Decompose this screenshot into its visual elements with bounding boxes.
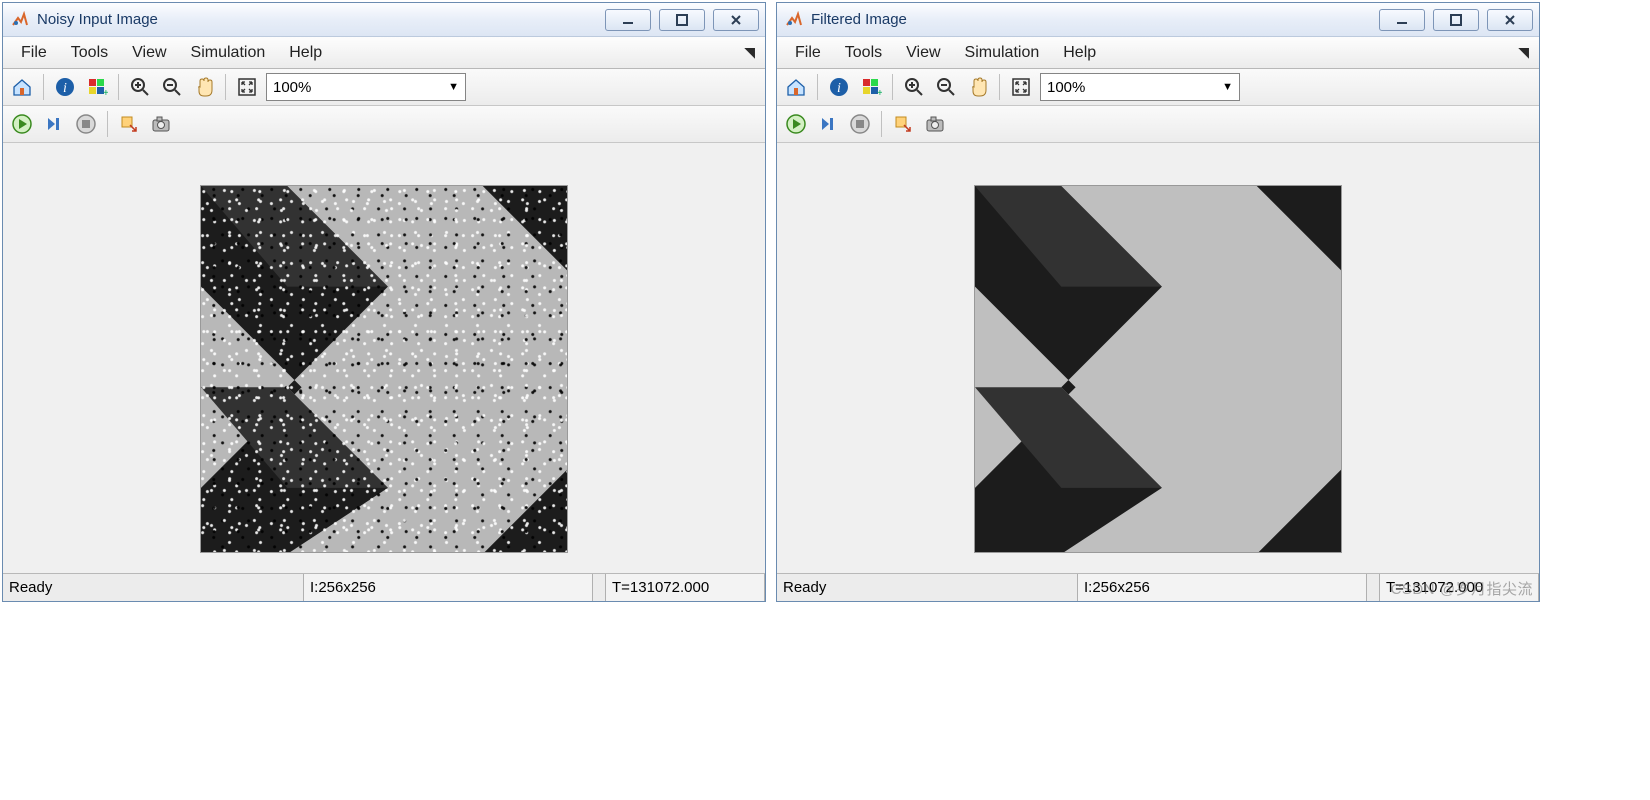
home-icon[interactable] (7, 72, 37, 102)
toolbar-separator (817, 74, 818, 100)
toolbar-separator (881, 111, 882, 137)
toolbar-separator (107, 111, 108, 137)
fit-to-window-icon[interactable] (232, 72, 262, 102)
toolbar-row-2 (3, 106, 765, 143)
highlight-block-icon[interactable] (888, 109, 918, 139)
matlab-app-icon (11, 11, 29, 29)
menu-help[interactable]: Help (1051, 40, 1108, 66)
svg-text:+: + (103, 88, 108, 98)
minimize-button[interactable] (605, 9, 651, 31)
menu-file[interactable]: File (783, 40, 833, 66)
dropdown-triangle-icon: ▼ (1222, 81, 1233, 93)
highlight-block-icon[interactable] (114, 109, 144, 139)
maximize-button[interactable] (659, 9, 705, 31)
pan-icon[interactable] (963, 72, 993, 102)
menu-file[interactable]: File (9, 40, 59, 66)
zoom-value: 100% (1047, 79, 1085, 96)
zoom-in-icon[interactable] (899, 72, 929, 102)
menu-view[interactable]: View (894, 40, 952, 66)
zoom-in-icon[interactable] (125, 72, 155, 102)
menu-overflow-icon[interactable]: ◥ (1518, 44, 1533, 61)
info-icon[interactable]: i (824, 72, 854, 102)
status-sim-time: T=131072.000 (1379, 574, 1539, 601)
stop-icon[interactable] (71, 109, 101, 139)
fit-to-window-icon[interactable] (1006, 72, 1036, 102)
menu-tools[interactable]: Tools (833, 40, 894, 66)
canvas-area[interactable] (777, 143, 1539, 573)
menubar: File Tools View Simulation Help ◥ (777, 37, 1539, 69)
menu-help[interactable]: Help (277, 40, 334, 66)
status-image-dimensions: I:256x256 (303, 574, 593, 601)
statusbar: Ready I:256x256 T=131072.000 (3, 573, 765, 601)
window-buttons (605, 9, 765, 31)
window-buttons (1379, 9, 1539, 31)
matlab-app-icon (785, 11, 803, 29)
window-noisy-input: Noisy Input Image File Tools View Simula… (2, 2, 766, 602)
menu-simulation[interactable]: Simulation (179, 40, 278, 66)
play-icon[interactable] (781, 109, 811, 139)
home-icon[interactable] (781, 72, 811, 102)
dropdown-triangle-icon: ▼ (448, 81, 459, 93)
colormap-icon[interactable]: + (856, 72, 886, 102)
zoom-out-icon[interactable] (931, 72, 961, 102)
menu-view[interactable]: View (120, 40, 178, 66)
toolbar-separator (999, 74, 1000, 100)
zoom-out-icon[interactable] (157, 72, 187, 102)
zoom-level-combobox[interactable]: 100% ▼ (266, 73, 466, 101)
step-forward-icon[interactable] (39, 109, 69, 139)
statusbar: Ready I:256x256 T=131072.000 (777, 573, 1539, 601)
colormap-icon[interactable]: + (82, 72, 112, 102)
toolbar-row-2 (777, 106, 1539, 143)
step-forward-icon[interactable] (813, 109, 843, 139)
menubar: File Tools View Simulation Help ◥ (3, 37, 765, 69)
minimize-button[interactable] (1379, 9, 1425, 31)
toolbar-row-1: i + 100% ▼ (777, 69, 1539, 106)
pan-icon[interactable] (189, 72, 219, 102)
displayed-image (974, 185, 1342, 553)
status-ready: Ready (777, 574, 1077, 601)
snapshot-camera-icon[interactable] (920, 109, 950, 139)
zoom-level-combobox[interactable]: 100% ▼ (1040, 73, 1240, 101)
svg-text:+: + (877, 88, 882, 98)
maximize-button[interactable] (1433, 9, 1479, 31)
toolbar-separator (118, 74, 119, 100)
close-button[interactable] (1487, 9, 1533, 31)
menu-overflow-icon[interactable]: ◥ (744, 44, 759, 61)
svg-text:i: i (837, 81, 841, 96)
play-icon[interactable] (7, 109, 37, 139)
titlebar[interactable]: Filtered Image (777, 3, 1539, 37)
stop-icon[interactable] (845, 109, 875, 139)
displayed-image (200, 185, 568, 553)
menu-simulation[interactable]: Simulation (953, 40, 1052, 66)
info-icon[interactable]: i (50, 72, 80, 102)
toolbar-row-1: i + 100% ▼ (3, 69, 765, 106)
canvas-area[interactable] (3, 143, 765, 573)
zoom-value: 100% (273, 79, 311, 96)
menu-tools[interactable]: Tools (59, 40, 120, 66)
status-ready: Ready (3, 574, 303, 601)
window-title: Filtered Image (811, 11, 1379, 28)
svg-text:i: i (63, 81, 67, 96)
toolbar-separator (892, 74, 893, 100)
status-sim-time: T=131072.000 (605, 574, 765, 601)
snapshot-camera-icon[interactable] (146, 109, 176, 139)
window-title: Noisy Input Image (37, 11, 605, 28)
toolbar-separator (225, 74, 226, 100)
toolbar-separator (43, 74, 44, 100)
status-image-dimensions: I:256x256 (1077, 574, 1367, 601)
window-filtered-image: Filtered Image File Tools View Simulatio… (776, 2, 1540, 602)
titlebar[interactable]: Noisy Input Image (3, 3, 765, 37)
close-button[interactable] (713, 9, 759, 31)
